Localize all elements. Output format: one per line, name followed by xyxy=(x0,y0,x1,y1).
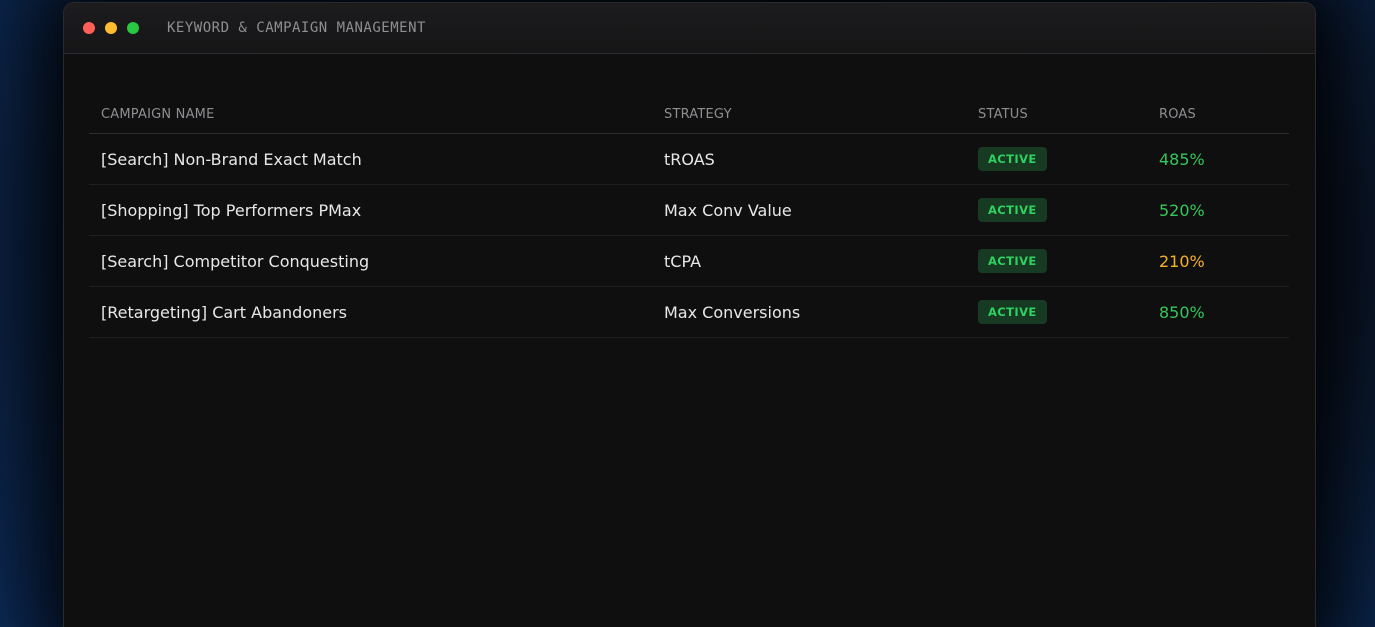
title-bar: KEYWORD & CAMPAIGN MANAGEMENT xyxy=(64,3,1315,54)
status-cell: ACTIVE xyxy=(966,133,1147,185)
status-cell: ACTIVE xyxy=(966,184,1147,236)
campaign-strategy: tCPA xyxy=(652,235,966,287)
campaign-name[interactable]: [Search] Non-Brand Exact Match xyxy=(89,133,652,185)
maximize-window-button[interactable] xyxy=(127,22,139,34)
minimize-window-button[interactable] xyxy=(105,22,117,34)
campaign-strategy: Max Conversions xyxy=(652,286,966,338)
campaign-name[interactable]: [Search] Competitor Conquesting xyxy=(89,235,652,287)
roas-value: 485% xyxy=(1147,133,1289,185)
app-window: KEYWORD & CAMPAIGN MANAGEMENT CAMPAIGN N… xyxy=(63,2,1316,627)
status-badge: ACTIVE xyxy=(978,147,1047,171)
main-content: CAMPAIGN NAME STRATEGY STATUS ROAS [Sear… xyxy=(64,54,1315,338)
roas-value: 850% xyxy=(1147,286,1289,338)
roas-value: 520% xyxy=(1147,184,1289,236)
window-controls xyxy=(83,22,149,34)
status-badge: ACTIVE xyxy=(978,198,1047,222)
campaign-name[interactable]: [Shopping] Top Performers PMax xyxy=(89,184,652,236)
table-header: CAMPAIGN NAME STRATEGY STATUS ROAS xyxy=(89,98,1289,134)
window-title: KEYWORD & CAMPAIGN MANAGEMENT xyxy=(167,20,426,36)
header-strategy[interactable]: STRATEGY xyxy=(652,98,966,134)
header-row: CAMPAIGN NAME STRATEGY STATUS ROAS xyxy=(89,98,1289,134)
campaign-table: CAMPAIGN NAME STRATEGY STATUS ROAS [Sear… xyxy=(89,98,1289,338)
campaign-strategy: tROAS xyxy=(652,133,966,185)
table-body: [Search] Non-Brand Exact Match tROAS ACT… xyxy=(89,133,1289,338)
table-row[interactable]: [Search] Non-Brand Exact Match tROAS ACT… xyxy=(89,133,1289,185)
table-row[interactable]: [Shopping] Top Performers PMax Max Conv … xyxy=(89,184,1289,236)
close-window-button[interactable] xyxy=(83,22,95,34)
status-cell: ACTIVE xyxy=(966,235,1147,287)
header-status[interactable]: STATUS xyxy=(966,98,1147,134)
header-roas[interactable]: ROAS xyxy=(1147,98,1289,134)
status-badge: ACTIVE xyxy=(978,249,1047,273)
roas-value: 210% xyxy=(1147,235,1289,287)
campaign-strategy: Max Conv Value xyxy=(652,184,966,236)
campaign-name[interactable]: [Retargeting] Cart Abandoners xyxy=(89,286,652,338)
status-cell: ACTIVE xyxy=(966,286,1147,338)
table-row[interactable]: [Retargeting] Cart Abandoners Max Conver… xyxy=(89,286,1289,338)
status-badge: ACTIVE xyxy=(978,300,1047,324)
table-row[interactable]: [Search] Competitor Conquesting tCPA ACT… xyxy=(89,235,1289,287)
header-campaign-name[interactable]: CAMPAIGN NAME xyxy=(89,98,652,134)
